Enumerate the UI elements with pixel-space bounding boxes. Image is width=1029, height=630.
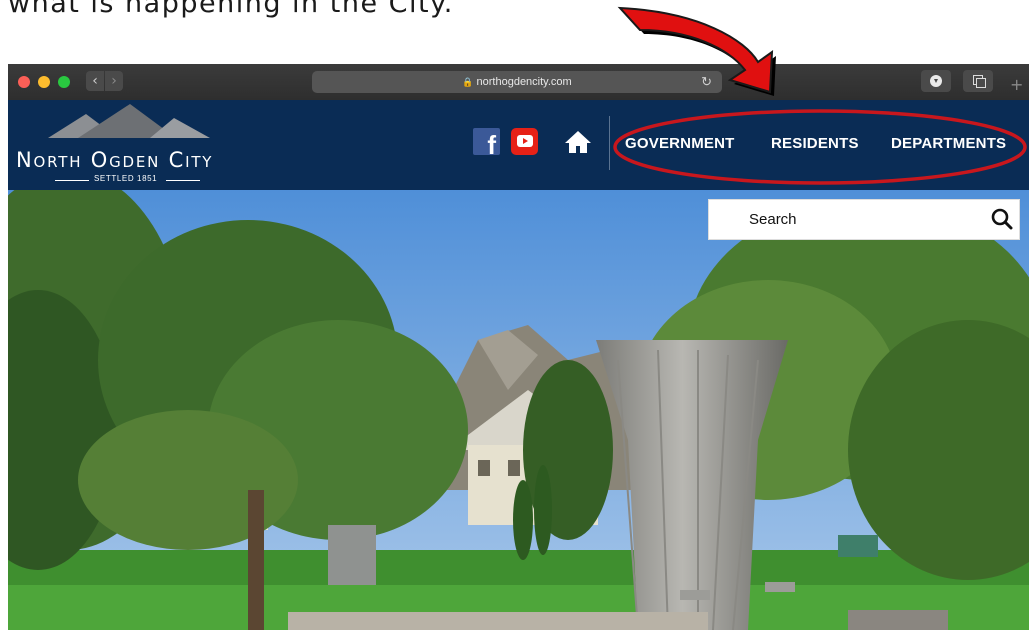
forward-icon: › bbox=[111, 73, 117, 89]
lock-icon: 🔒 bbox=[462, 77, 474, 87]
search-icon[interactable] bbox=[991, 208, 1013, 230]
caption-text: what is happening in the City. bbox=[8, 0, 454, 19]
home-icon[interactable] bbox=[565, 130, 591, 154]
browser-window: ‹ › 🔒 northogdencity.com ↻ + North Ogden … bbox=[8, 64, 1029, 630]
youtube-icon[interactable] bbox=[511, 128, 538, 155]
search-box bbox=[708, 199, 1020, 240]
nav-departments[interactable]: DEPARTMENTS bbox=[891, 135, 1006, 152]
facebook-icon[interactable]: f bbox=[473, 128, 500, 158]
show-tabs-button[interactable] bbox=[963, 70, 993, 92]
logo-divider-left bbox=[55, 180, 89, 181]
close-window-button[interactable] bbox=[18, 76, 30, 88]
search-input[interactable] bbox=[749, 209, 969, 229]
browser-titlebar: ‹ › 🔒 northogdencity.com ↻ + bbox=[8, 64, 1029, 100]
hero-image bbox=[8, 190, 1029, 630]
minimize-window-button[interactable] bbox=[38, 76, 50, 88]
site-header: North Ogden City SETTLED 1851 f GOVERNME… bbox=[8, 100, 1029, 190]
download-icon bbox=[930, 75, 942, 87]
mountains-logo-icon bbox=[48, 104, 210, 138]
address-bar[interactable]: 🔒 northogdencity.com ↻ bbox=[312, 71, 722, 93]
forward-button[interactable]: › bbox=[105, 71, 123, 91]
new-tab-plus-icon[interactable]: + bbox=[1010, 77, 1023, 93]
site-logo-name[interactable]: North Ogden City bbox=[16, 148, 213, 172]
nav-separator bbox=[609, 116, 610, 170]
logo-divider-right bbox=[166, 180, 200, 181]
zoom-window-button[interactable] bbox=[58, 76, 70, 88]
park-scene-image bbox=[8, 190, 1029, 630]
back-button[interactable]: ‹ bbox=[86, 71, 104, 91]
reload-icon[interactable]: ↻ bbox=[701, 71, 712, 93]
downloads-button[interactable] bbox=[921, 70, 951, 92]
nav-government[interactable]: GOVERNMENT bbox=[625, 135, 735, 152]
nav-residents[interactable]: RESIDENTS bbox=[771, 135, 859, 152]
logo-tagline: SETTLED 1851 bbox=[94, 174, 158, 183]
address-url: northogdencity.com bbox=[476, 76, 572, 88]
back-icon: ‹ bbox=[92, 73, 98, 89]
